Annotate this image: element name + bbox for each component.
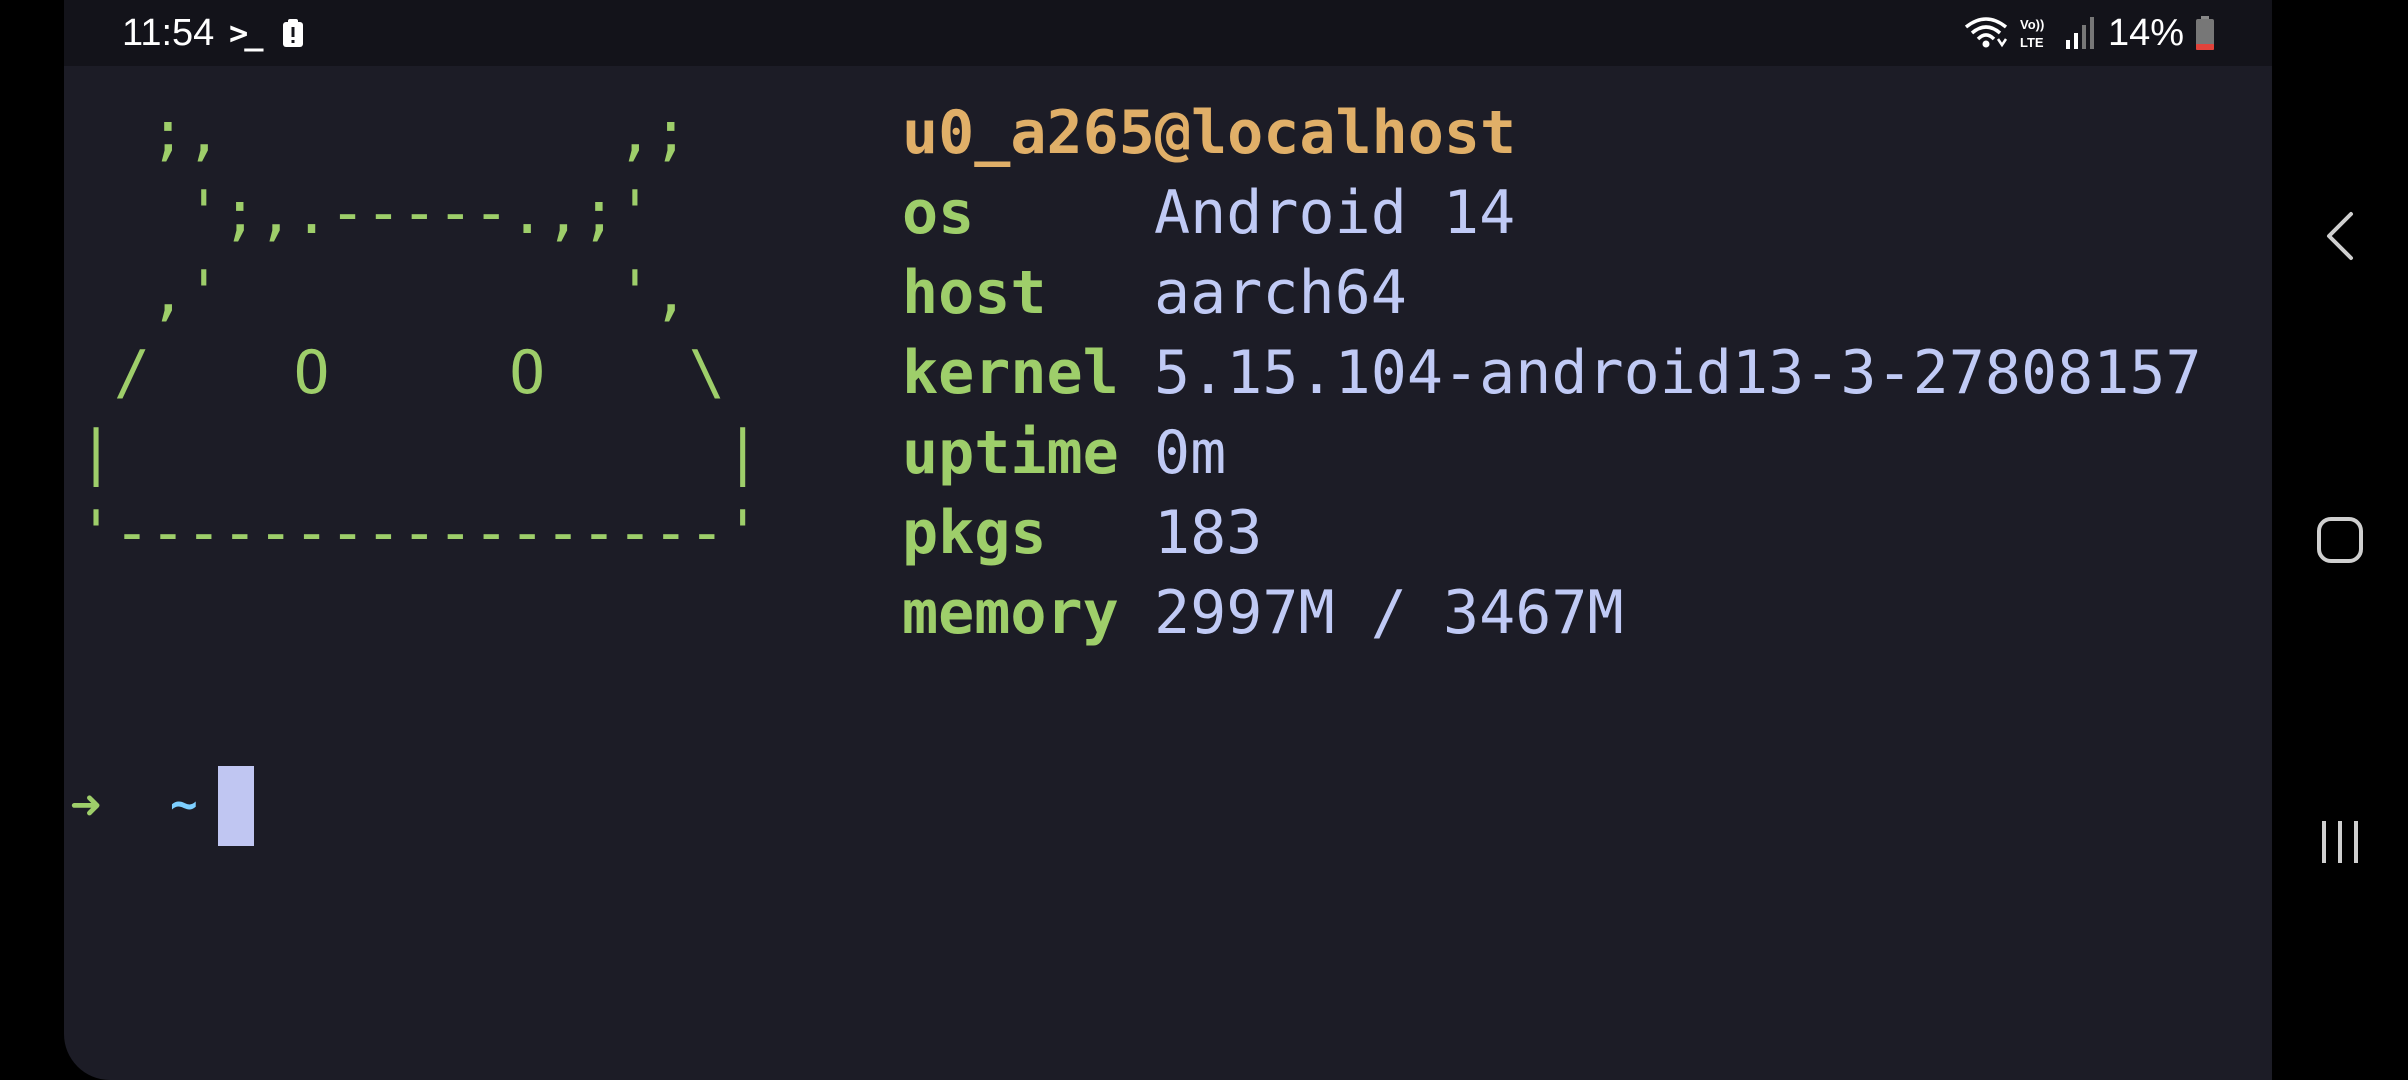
battery-low-icon xyxy=(2196,16,2214,50)
info-key: host xyxy=(902,258,1047,328)
prompt-arrow-icon: ➜ xyxy=(70,776,102,836)
back-button[interactable] xyxy=(2272,176,2408,296)
svg-text:Vo)): Vo)) xyxy=(2020,17,2044,32)
home-button[interactable] xyxy=(2272,480,2408,600)
info-value: aarch64 xyxy=(1154,258,1407,328)
home-square-icon xyxy=(2317,517,2363,563)
info-key: kernel xyxy=(902,338,1119,408)
status-bar: 11:54 >_ Vo)) LTE 14% xyxy=(64,0,2272,66)
info-row-os: os Android 14 xyxy=(902,173,2202,253)
info-row-memory: memory 2997M / 3467M xyxy=(902,573,2202,653)
prompt-directory: ~ xyxy=(170,777,198,831)
fetch-info-panel: u0_a265@localhost os Android 14 host aarch… xyxy=(902,93,2202,653)
info-row-kernel: kernel 5.15.104-android13-3-27808157 xyxy=(902,333,2202,413)
info-value: 2997M / 3467M xyxy=(1154,578,1624,648)
wifi-icon xyxy=(1964,17,2008,48)
shell-prompt[interactable]: ➜ ~ xyxy=(70,766,254,846)
info-value: Android 14 xyxy=(1154,178,1516,248)
info-key: memory xyxy=(902,578,1119,648)
back-chevron-icon xyxy=(2327,212,2353,260)
info-value: 5.15.104-android13-3-27808157 xyxy=(1154,338,2202,408)
cell-signal-icon xyxy=(2065,17,2094,49)
info-row-pkgs: pkgs 183 xyxy=(902,493,2202,573)
volte-lte-icon: Vo)) LTE xyxy=(2020,17,2044,50)
svg-text:LTE: LTE xyxy=(2020,35,2044,50)
text-cursor[interactable] xyxy=(218,766,254,846)
info-key: uptime xyxy=(902,418,1119,488)
status-time: 11:54 xyxy=(122,12,215,54)
clipboard-alert-icon xyxy=(283,19,303,47)
info-row-host: host aarch64 xyxy=(902,253,2202,333)
terminal-view[interactable]: ;, ,; ';,.-----.,;' ,' ', / O O \ | | '-… xyxy=(64,66,2272,1080)
battery-percent: 14% xyxy=(2107,12,2184,54)
recents-button[interactable] xyxy=(2272,782,2408,902)
phone-screen: 11:54 >_ Vo)) LTE 14% ;, ,; ';,.-----.,;… xyxy=(64,0,2272,1080)
terminal-prompt-icon: >_ xyxy=(229,14,263,52)
recents-bars-icon xyxy=(2322,821,2358,863)
status-right-group: Vo)) LTE 14% xyxy=(1954,10,2216,56)
info-value: 0m xyxy=(1154,418,1227,488)
info-key: os xyxy=(902,178,975,248)
info-value: 183 xyxy=(1154,498,1263,568)
android-ascii-logo: ;, ,; ';,.-----.,;' ,' ', / O O \ | | '-… xyxy=(78,98,761,568)
info-row-uptime: uptime 0m xyxy=(902,413,2202,493)
info-row-userhost: u0_a265@localhost xyxy=(902,93,2202,173)
info-key: pkgs xyxy=(902,498,1047,568)
navigation-bar xyxy=(2272,0,2408,1080)
user-host: u0_a265@localhost xyxy=(902,98,1517,168)
